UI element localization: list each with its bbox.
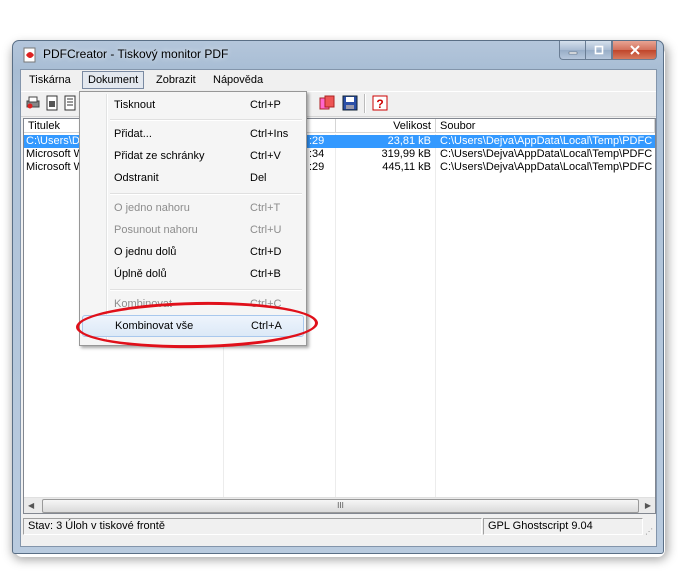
menu-item-tisknout[interactable]: Tisknout Ctrl+P [82, 94, 304, 116]
help-icon[interactable]: ? [372, 95, 388, 111]
document-icon[interactable] [44, 95, 60, 111]
maximize-icon [594, 45, 603, 55]
minimize-icon [568, 51, 577, 55]
close-icon [629, 45, 640, 55]
maximize-button[interactable] [585, 41, 612, 60]
scroll-right-icon[interactable]: ▶ [645, 501, 651, 510]
minimize-button[interactable] [559, 41, 585, 60]
menu-item-uplne-dolu[interactable]: Úplně dolů Ctrl+B [82, 263, 304, 285]
menu-dokument[interactable]: Dokument [82, 71, 145, 89]
scroll-left-icon[interactable]: ◀ [28, 501, 34, 510]
list-icon[interactable] [62, 95, 78, 111]
row1-time: :29 [309, 135, 325, 147]
row1-title: C:\Users\D [26, 135, 80, 147]
printer-icon[interactable] [25, 95, 41, 111]
row3-time: :29 [309, 161, 325, 173]
row3-title: Microsoft W [26, 161, 85, 173]
resize-grip-icon[interactable]: ⋰ [645, 527, 653, 536]
column-header-soubor[interactable]: Soubor [436, 119, 655, 133]
row3-size: 445,11 kB [382, 161, 431, 173]
row2-file: C:\Users\Dejva\AppData\Local\Temp\PDFC [440, 148, 653, 160]
row3-file: C:\Users\Dejva\AppData\Local\Temp\PDFC [440, 161, 653, 173]
menu-zobrazit[interactable]: Zobrazit [151, 72, 201, 88]
row1-size: 23,81 kB [387, 135, 431, 147]
row2-title: Microsoft W [26, 148, 85, 160]
menu-item-pridat-ze-schranky[interactable]: Přidat ze schránky Ctrl+V [82, 145, 304, 167]
copy-icon[interactable] [319, 95, 335, 111]
row2-size: 319,99 kB [381, 148, 431, 160]
status-ghostscript: GPL Ghostscript 9.04 [483, 518, 643, 535]
svg-text:?: ? [376, 97, 383, 111]
horizontal-scrollbar[interactable]: ◀ III ▶ [24, 497, 655, 513]
menu-item-posunout-nahoru[interactable]: Posunout nahoru Ctrl+U [82, 219, 304, 241]
save-icon[interactable] [342, 95, 358, 111]
pdfcreator-icon [23, 47, 36, 63]
menu-item-pridat[interactable]: Přidat... Ctrl+Ins [82, 123, 304, 145]
status-text: Stav: 3 Úloh v tiskové frontě [23, 518, 482, 535]
menu-item-o-jedno-nahoru[interactable]: O jedno nahoru Ctrl+T [82, 197, 304, 219]
scroll-thumb[interactable]: III [42, 499, 639, 513]
window-title: PDFCreator - Tiskový monitor PDF [43, 47, 229, 61]
row2-time: :34 [309, 148, 325, 160]
column-header-velikost[interactable]: Velikost [336, 119, 436, 133]
row1-file: C:\Users\Dejva\AppData\Local\Temp\PDFC [440, 135, 653, 147]
menu-item-o-jednu-dolu[interactable]: O jednu dolů Ctrl+D [82, 241, 304, 263]
close-button[interactable] [612, 41, 657, 60]
menubar: Tiskárna Dokument Zobrazit Nápověda [21, 70, 656, 90]
menu-item-odstranit[interactable]: Odstranit Del [82, 167, 304, 189]
statusbar: Stav: 3 Úloh v tiskové frontě GPL Ghosts… [23, 516, 654, 538]
menu-tiskarna[interactable]: Tiskárna [24, 72, 76, 88]
menu-napoveda[interactable]: Nápověda [208, 72, 268, 88]
